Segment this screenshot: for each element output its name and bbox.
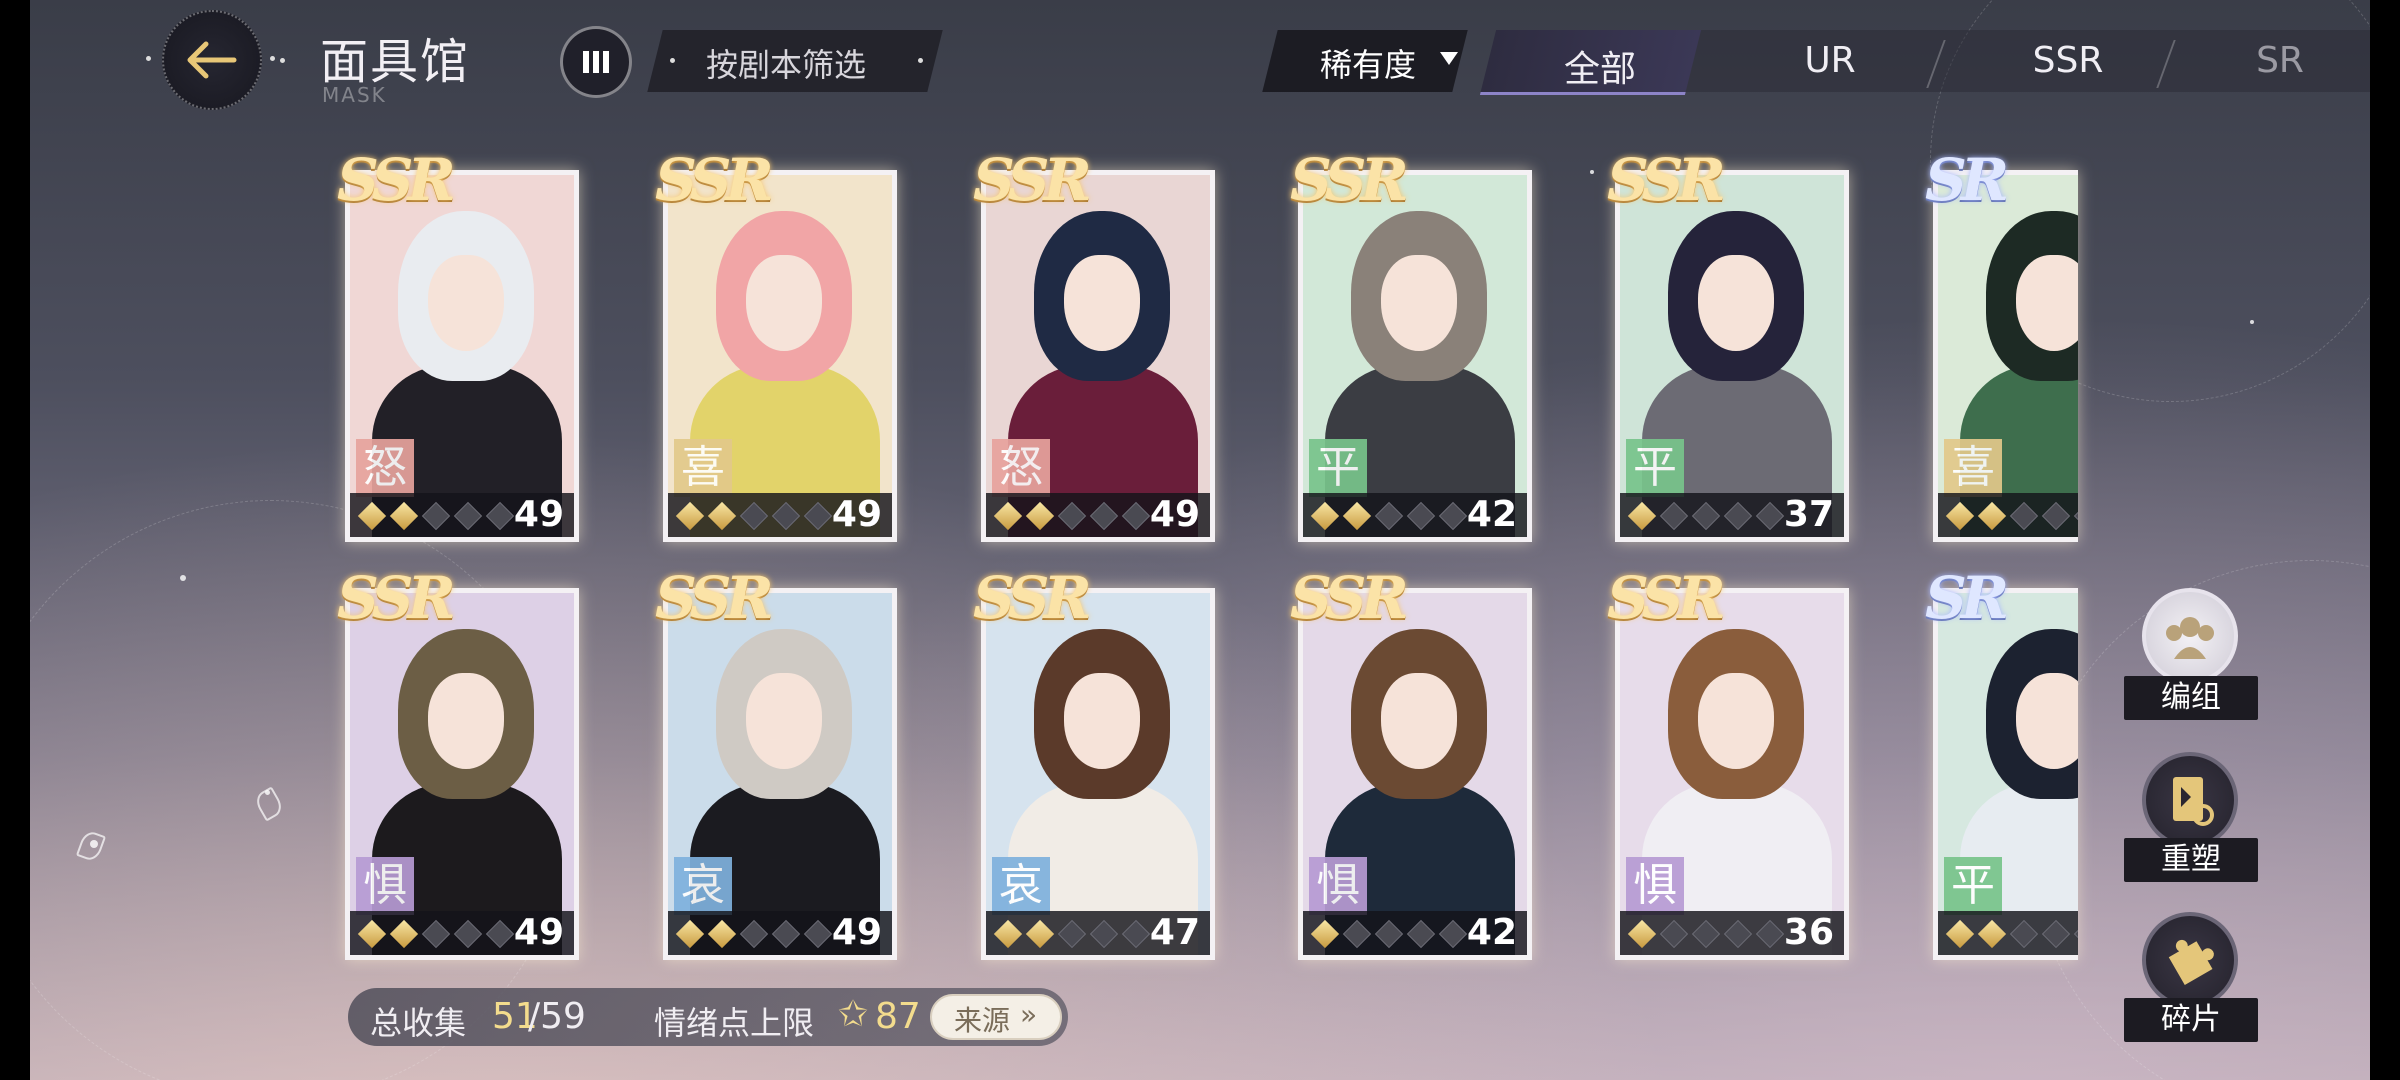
emotion-badge: 怒 [356,439,414,497]
fragment-button[interactable] [2142,912,2238,1008]
emotion-badge: 哀 [992,857,1050,915]
tab-all-label: 全部 [1563,49,1636,90]
rarity-badge: SSR [1607,564,1726,632]
mask-card[interactable]: 喜 49 [663,170,897,542]
mask-card[interactable]: 惧 42 [1298,588,1532,960]
character-face [746,255,822,351]
back-arrow-icon [187,41,237,79]
fragment-button-label[interactable]: 碎片 [2124,998,2258,1042]
emotion-badge: 平 [1309,439,1367,497]
mask-card[interactable]: 怒 49 [981,170,1215,542]
chevron-right-icon: » [1020,998,1038,1031]
emotion-badge: 惧 [356,857,414,915]
caret-down-icon [1440,52,1458,65]
rarity-badge: SSR [655,564,774,632]
mask-card[interactable]: 惧 36 [1615,588,1849,960]
bg-star [180,575,186,581]
character-face [1381,255,1457,351]
mask-card[interactable]: 喜 [1933,170,2078,542]
columns-icon [583,51,609,73]
puzzle-piece-icon [2168,939,2214,985]
decor-dot [270,56,275,61]
bg-star [1590,170,1594,174]
collection-label: 总收集 [370,1004,467,1042]
card-level: 49 [1149,494,1200,535]
character-face [1381,673,1457,769]
character-face [428,255,504,351]
mask-card[interactable]: 哀 47 [981,588,1215,960]
group-button[interactable] [2142,588,2238,684]
emotion-cap-value: 87 [875,996,921,1037]
emotion-badge: 平 [1944,857,2002,915]
card-level: 49 [513,912,564,953]
rarity-badge: SSR [973,146,1092,214]
card-level: 49 [831,494,882,535]
game-screen: 面具馆 MASK 按剧本筛选 稀有度 全部 UR SSR SR 怒 49 喜 49 怒 4… [30,0,2370,1080]
character-face [428,673,504,769]
script-filter-label: 按剧本筛选 [706,46,867,84]
tab-ur[interactable]: UR [1760,40,1900,81]
rarity-badge: SSR [1290,564,1409,632]
emotion-badge: 喜 [674,439,732,497]
card-level: 42 [1466,494,1517,535]
emotion-star-icon: ✩ [838,994,869,1035]
bg-star [2250,320,2254,324]
emotion-cap-label: 情绪点上限 [654,1004,815,1042]
card-level: 47 [1149,912,1200,953]
mask-card[interactable]: 怒 49 [345,170,579,542]
page-title: 面具馆 [320,34,471,90]
rarity-badge: SSR [1607,146,1726,214]
decor-dot [146,56,151,61]
back-button[interactable] [162,10,262,110]
mask-card[interactable]: 惧 49 [345,588,579,960]
emotion-badge: 惧 [1309,857,1367,915]
emotion-badge: 惧 [1626,857,1684,915]
card-level: 49 [513,494,564,535]
decor-dot [918,58,923,63]
tab-sr[interactable]: SR [2220,40,2340,81]
group-button-label[interactable]: 编组 [2124,676,2258,720]
rarity-badge: SSR [655,146,774,214]
collection-total: /59 [528,996,586,1037]
mask-card[interactable]: 平 37 [1615,170,1849,542]
mask-card[interactable]: 平 [1933,588,2078,960]
character-face [1698,255,1774,351]
source-button-label: 来源 [954,1004,1011,1037]
character-face [1064,673,1140,769]
card-level: 36 [1783,912,1834,953]
rarity-badge: SSR [337,564,456,632]
team-icon [2166,617,2214,659]
list-view-button[interactable] [560,26,632,98]
rarity-badge: SSR [1290,146,1409,214]
character-face [1698,673,1774,769]
emotion-badge: 哀 [674,857,732,915]
rarity-badge: SSR [337,146,456,214]
reshape-button[interactable] [2142,752,2238,848]
tab-ssr[interactable]: SSR [1988,40,2148,81]
emotion-badge: 平 [1626,439,1684,497]
emotion-badge: 喜 [1944,439,2002,497]
character-face [746,673,822,769]
character-face [1064,255,1140,351]
mask-card[interactable]: 哀 49 [663,588,897,960]
page-subtitle: MASK [322,83,387,107]
rarity-badge: SSR [973,564,1092,632]
reshape-button-label[interactable]: 重塑 [2124,838,2258,882]
card-level: 42 [1466,912,1517,953]
card-level: 37 [1783,494,1834,535]
card-level: 49 [831,912,882,953]
decor-dot [670,58,675,63]
rarity-badge: SR [1925,564,2009,632]
reshape-card-icon [2173,777,2214,826]
decor-dot [280,58,285,63]
emotion-badge: 怒 [992,439,1050,497]
mask-card[interactable]: 平 42 [1298,170,1532,542]
rarity-badge: SR [1925,146,2009,214]
rarity-dropdown-label: 稀有度 [1320,46,1417,84]
